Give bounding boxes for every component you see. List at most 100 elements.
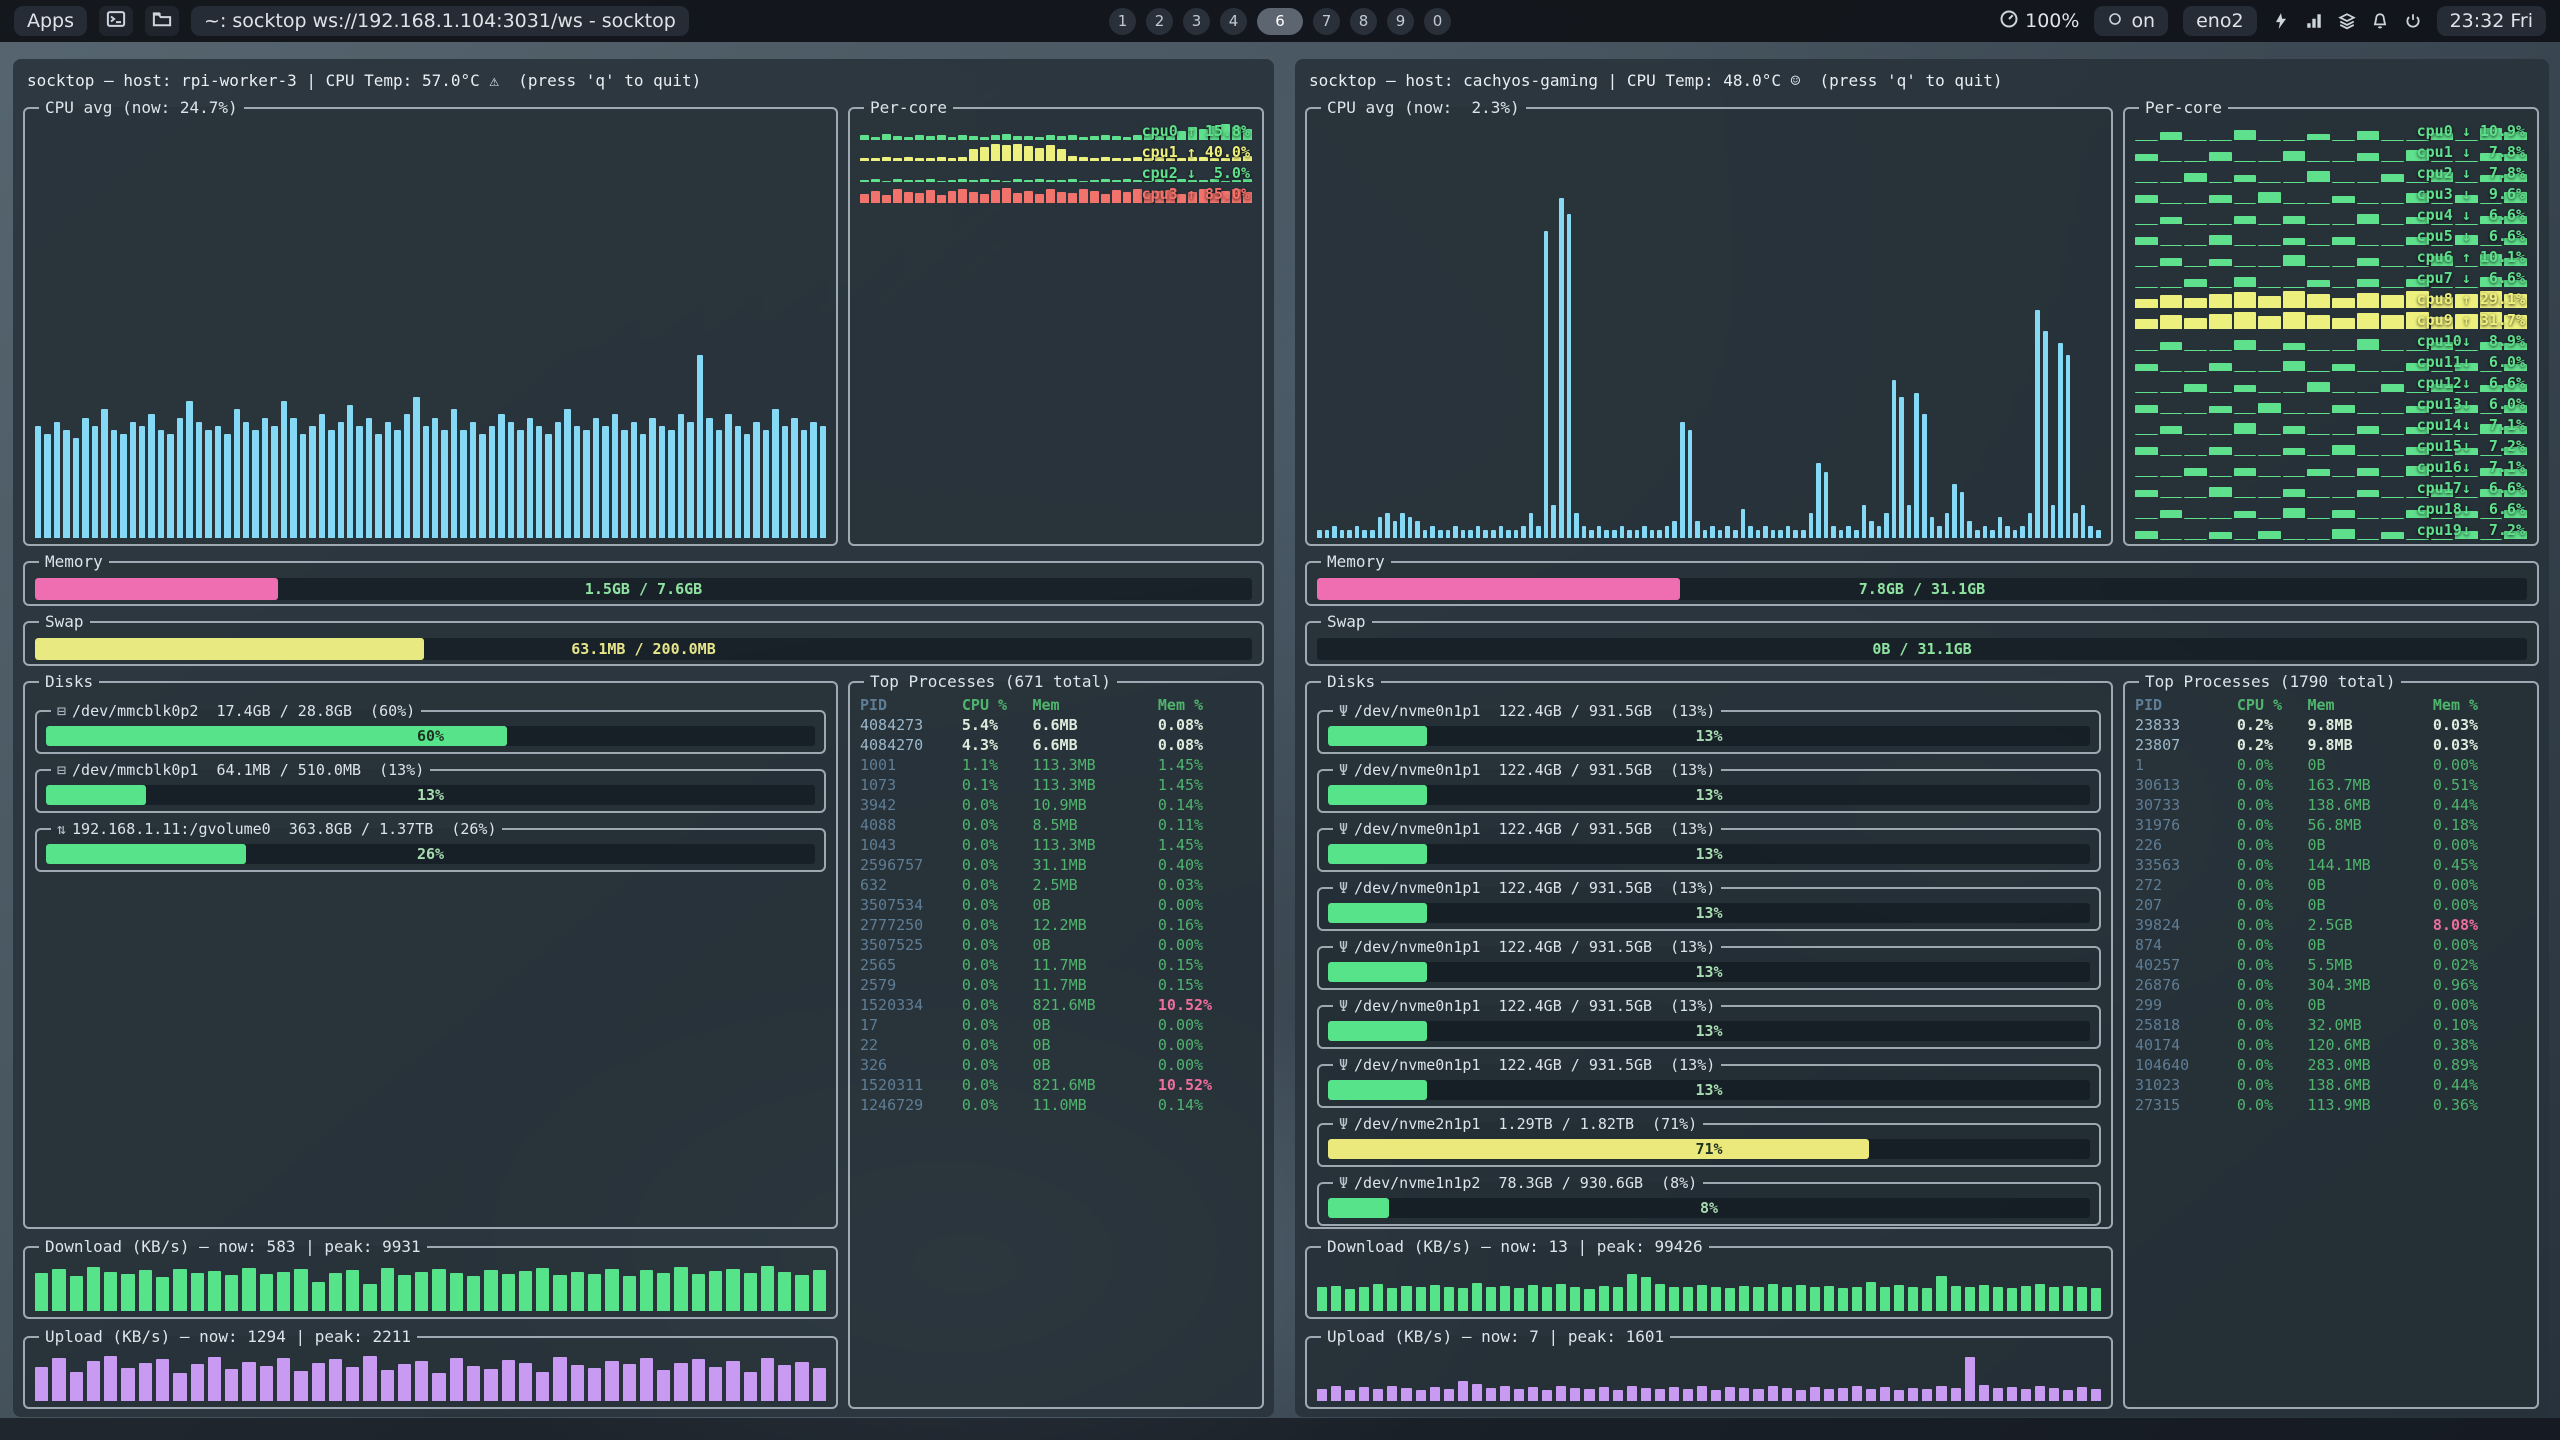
core-label: cpu15↓ 7.2% <box>2417 436 2525 457</box>
disk-icon: Ψ <box>1339 1056 1348 1074</box>
process-mem-percent: 0.44% <box>2433 796 2527 814</box>
graph-bar <box>1500 1386 1510 1401</box>
core-label: cpu2 ↓ 7.8% <box>2417 163 2525 184</box>
graph-bar <box>338 422 344 538</box>
bell-icon[interactable] <box>2371 12 2389 30</box>
process-mem-percent: 0.08% <box>1158 736 1252 754</box>
graph-bar <box>1922 1288 1932 1311</box>
process-cpu: 0.0% <box>962 796 1033 814</box>
power-icon[interactable] <box>2404 12 2422 30</box>
terminal-window-cachyos-gaming[interactable]: socktop — host: cachyos-gaming | CPU Tem… <box>1295 59 2549 1417</box>
graph-bar <box>2209 152 2232 161</box>
graph-bar <box>813 1270 826 1311</box>
process-cpu: 0.0% <box>962 996 1033 1014</box>
graph-bar <box>1544 231 1549 538</box>
download-title: Download (KB/s) — now: 13 | peak: 99426 <box>1321 1237 1709 1256</box>
power-profile-toggle[interactable]: on <box>2094 6 2168 36</box>
bottom-dock[interactable] <box>0 1418 2560 1440</box>
disk-usage-gauge: 13% <box>1328 903 2090 923</box>
process-mem: 163.7MB <box>2307 776 2432 794</box>
graph-bar <box>1002 134 1011 140</box>
graph-bar <box>363 1284 376 1311</box>
terminal-window-rpi-worker-3[interactable]: socktop — host: rpi-worker-3 | CPU Temp:… <box>13 59 1274 1417</box>
graph-bar <box>2160 132 2183 140</box>
graph-bar <box>948 191 957 203</box>
apps-button[interactable]: Apps <box>14 6 87 36</box>
graph-bar <box>2035 1284 2045 1311</box>
process-mem-percent: 0.00% <box>2433 756 2527 774</box>
graph-bar <box>1739 1286 1749 1311</box>
workspace-button-7[interactable]: 7 <box>1313 8 1340 35</box>
process-row: 25790.0%11.7MB0.15% <box>858 975 1254 995</box>
core-label: cpu3 ↓ 9.6% <box>2417 184 2525 205</box>
graph-bar <box>1385 513 1390 538</box>
workspace-button-0[interactable]: 0 <box>1424 8 1451 35</box>
graph-bar <box>52 1358 65 1401</box>
graph-bar <box>260 1366 273 1401</box>
graph-bar <box>2007 1387 2017 1401</box>
swap-title: Swap <box>1321 612 1372 631</box>
process-mem: 2.5GB <box>2307 916 2432 934</box>
workspace-button-8[interactable]: 8 <box>1350 8 1377 35</box>
swap-value: 0B / 31.1GB <box>1317 638 2527 660</box>
graph-bar <box>1838 1388 1848 1401</box>
disk-usage-gauge: 8% <box>1328 1198 2090 1218</box>
signal-bars-icon[interactable] <box>2305 12 2323 30</box>
graph-bar <box>2020 526 2025 538</box>
disk-entry: Ψ/dev/nvme1n1p2 78.3GB / 930.6GB (8%)8% <box>1317 1174 2101 1226</box>
process-pid: 33563 <box>2135 856 2237 874</box>
per-core-title: Per-core <box>2139 98 2228 117</box>
graph-bar <box>605 1269 618 1311</box>
graph-bar <box>948 180 957 182</box>
graph-bar <box>363 1356 376 1401</box>
graph-bar <box>2381 384 2404 392</box>
workspace-button-2[interactable]: 2 <box>1146 8 1173 35</box>
workspace-button-1[interactable]: 1 <box>1109 8 1136 35</box>
process-pid: 1043 <box>860 836 962 854</box>
upload-panel: Upload (KB/s) — now: 7 | peak: 1601 <box>1305 1327 2113 1409</box>
process-row: 10430.0%113.3MB1.45% <box>858 835 1254 855</box>
workspace-button-4[interactable]: 4 <box>1220 8 1247 35</box>
network-interface[interactable]: eno2 <box>2183 6 2256 36</box>
graph-bar <box>121 1274 134 1311</box>
workspace-button-3[interactable]: 3 <box>1183 8 1210 35</box>
layers-icon[interactable] <box>2338 12 2356 30</box>
memory-gauge: 1.5GB / 7.6GB <box>35 578 1252 600</box>
process-mem: 138.6MB <box>2307 1076 2432 1094</box>
upload-graph <box>33 1350 828 1403</box>
graph-bar <box>1669 1287 1679 1312</box>
disk-usage-percent: 13% <box>1328 726 2090 746</box>
clock[interactable]: 23:32 Fri <box>2437 6 2546 36</box>
system-meter[interactable]: 100% <box>1999 9 2079 34</box>
bolt-icon[interactable] <box>2272 12 2290 30</box>
disk-usage-percent: 13% <box>1328 903 2090 923</box>
process-row: 10.0%0B0.00% <box>2133 755 2529 775</box>
graph-bar <box>2234 340 2257 350</box>
process-mem: 56.8MB <box>2307 816 2432 834</box>
graph-bar <box>1725 526 1730 538</box>
process-mem-percent: 0.18% <box>2433 816 2527 834</box>
graph-bar <box>1347 530 1352 538</box>
memory-value: 7.8GB / 31.1GB <box>1317 578 2527 600</box>
graph-bar <box>366 418 372 538</box>
graph-bar <box>451 409 457 538</box>
graph-bar <box>1657 530 1662 538</box>
process-pid: 22 <box>860 1036 962 1054</box>
terminal-launcher-button[interactable] <box>99 6 133 36</box>
graph-bar <box>502 1274 515 1311</box>
core-label: cpu4 ↓ 6.6% <box>2417 205 2525 226</box>
graph-bar <box>1816 463 1821 538</box>
process-pid: 40174 <box>2135 1036 2237 1054</box>
files-launcher-button[interactable] <box>145 6 179 36</box>
window-tab[interactable]: ~: socktop ws://192.168.1.104:3031/ws - … <box>191 6 689 36</box>
disk-icon: Ψ <box>1339 1115 1348 1133</box>
workspace-button-6[interactable]: 6 <box>1257 8 1303 35</box>
graph-bar <box>692 1359 705 1401</box>
graph-bar <box>1458 1288 1468 1311</box>
graph-bar <box>1013 193 1022 203</box>
workspace-button-9[interactable]: 9 <box>1387 8 1414 35</box>
graph-bar <box>980 194 989 203</box>
graph-bar <box>882 134 891 140</box>
graph-bar <box>1024 146 1033 161</box>
graph-bar <box>958 179 967 182</box>
